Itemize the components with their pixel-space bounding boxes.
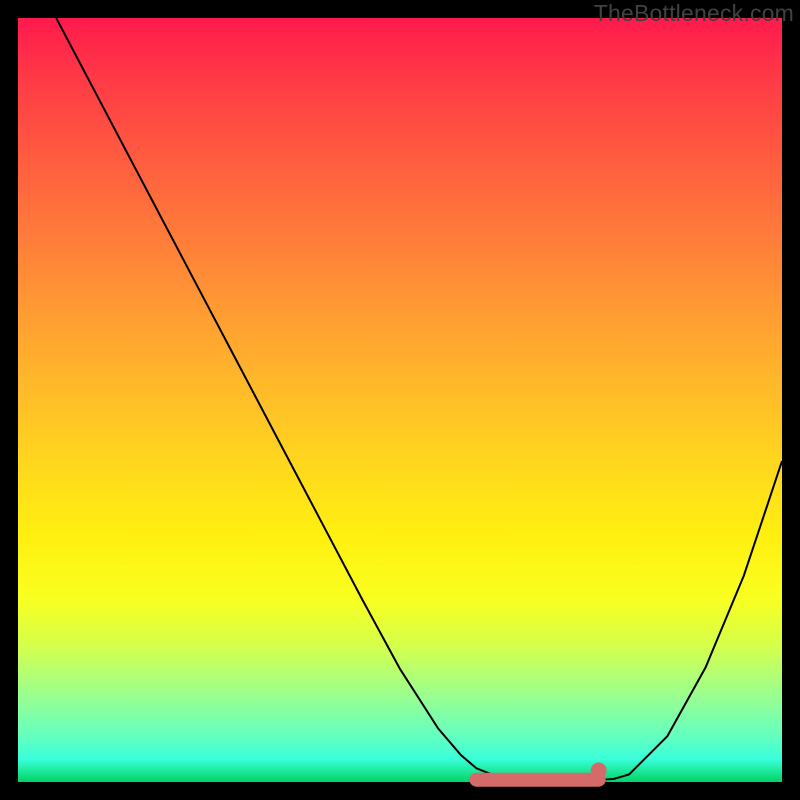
watermark-text: TheBottleneck.com	[594, 0, 794, 27]
plateau-end-dot	[591, 763, 607, 779]
bottleneck-curve	[56, 18, 782, 781]
chart-svg	[18, 18, 782, 782]
chart-frame: TheBottleneck.com	[0, 0, 800, 800]
